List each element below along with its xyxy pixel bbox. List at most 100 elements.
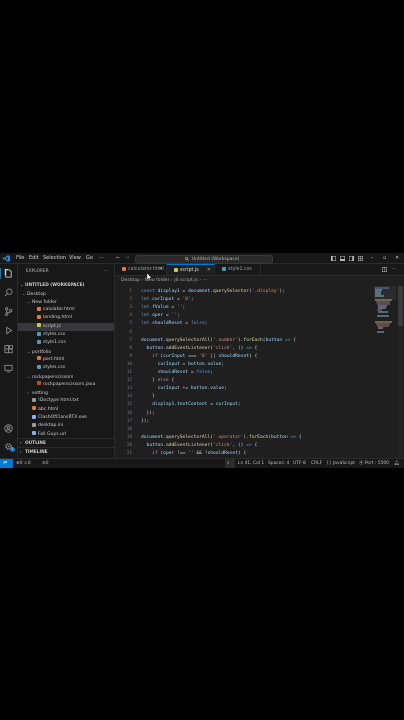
menu-file[interactable]: File	[16, 254, 24, 262]
toggle-panel-icon[interactable]	[340, 255, 345, 261]
file-item[interactable]: script.js	[18, 322, 114, 331]
breadcrumb[interactable]: Desktop › New folder › JS script.js › ··…	[121, 277, 207, 285]
forward-arrow-icon[interactable]: →	[125, 254, 129, 262]
file-item[interactable]: abc.html	[18, 406, 114, 414]
editor-more-icon[interactable]: ···	[390, 264, 404, 275]
zoom-indicator[interactable]: ⌕	[225, 459, 235, 468]
explorer-files-icon[interactable]	[4, 269, 13, 278]
menu-view[interactable]: View	[69, 254, 81, 262]
code-token: '.operator'	[212, 434, 244, 440]
file-item[interactable]: calulator.html	[18, 306, 114, 314]
code-line[interactable]: display1.textContent = curInput;	[141, 401, 241, 409]
code-line[interactable]: curInput = button.value;	[141, 361, 224, 369]
tab-calculator-html[interactable]: calculator.html ✕	[115, 264, 167, 275]
code-token: false	[190, 321, 205, 327]
code-line[interactable]: document.querySelectorAll('.number').for…	[141, 337, 296, 345]
code-line[interactable]: const display1 = document.querySelector(…	[141, 288, 285, 296]
remote-explorer-icon[interactable]	[4, 364, 13, 373]
file-item[interactable]: styles.css	[18, 364, 114, 372]
code-line[interactable]: }	[141, 393, 155, 401]
code-line[interactable]: } else {	[141, 377, 174, 385]
folder-item[interactable]: ⌄ New folder	[18, 298, 114, 306]
code-line[interactable]: });	[141, 418, 149, 426]
code-token: value	[210, 386, 225, 392]
search-icon[interactable]	[4, 288, 13, 297]
line-number: 16	[126, 410, 132, 416]
css-file-icon	[222, 266, 226, 271]
code-line[interactable]: button.addEventListener('click', () => {	[141, 442, 258, 450]
notifications-bell-icon[interactable]: 🔔︎	[394, 459, 400, 468]
menu-edit[interactable]: Edit	[29, 254, 39, 262]
code-line[interactable]: let shouldReset = false;	[141, 320, 207, 328]
file-item[interactable]: styles.css	[18, 331, 114, 339]
problems-indicator[interactable]: ⊗0 ⚠0	[16, 459, 31, 468]
code-line[interactable]: document.querySelectorAll('.operator').f…	[141, 434, 302, 442]
code-token: shouldReset	[218, 353, 249, 359]
folder-item[interactable]: ⌄ Desktop	[18, 290, 114, 298]
file-item[interactable]: landing.html	[18, 314, 114, 322]
menu-selection[interactable]: Selection	[43, 254, 66, 262]
explorer-more-icon[interactable]: ···	[104, 268, 114, 276]
code-line[interactable]: button.addEventListener('click', () => {	[141, 345, 258, 353]
maximize-icon[interactable]: ▫	[383, 254, 386, 262]
code-line[interactable]: });	[141, 410, 155, 418]
code-line[interactable]: shouldReset = false;	[141, 369, 213, 377]
code-line[interactable]: let curInput = '0';	[141, 296, 194, 304]
code-token: );	[279, 289, 285, 294]
source-control-icon[interactable]	[4, 307, 13, 316]
outline-section[interactable]: › OUTLINE	[18, 438, 114, 447]
account-icon[interactable]	[4, 424, 13, 433]
code-line[interactable]: if (oper !== '' && !shouldReset) {	[141, 450, 246, 458]
tab-label: script.js	[180, 268, 199, 273]
tree-item-label: setting	[32, 391, 48, 397]
close-tab-icon[interactable]: ✕	[207, 265, 211, 276]
file-item[interactable]: rockpaperscissors.java	[18, 381, 114, 389]
customize-layout-icon[interactable]	[358, 255, 363, 261]
folder-item[interactable]: ⌄ rockpaperscissors	[18, 373, 114, 381]
language-mode[interactable]: {} JavaScript	[326, 459, 355, 468]
code-editor[interactable]: 1 const display1 = document.querySelector…	[115, 286, 404, 458]
menu-go[interactable]: Go	[86, 254, 93, 262]
cursor-position[interactable]: Ln 41, Col 1	[238, 459, 264, 468]
command-center[interactable]: Untitled (Workspace)	[135, 254, 273, 264]
split-editor-icon[interactable]	[382, 267, 387, 272]
tree-item-label: rockpaperscissors	[32, 374, 74, 380]
workspace-header[interactable]: ⌄ UNTITLED (WORKSPACE)	[18, 281, 114, 289]
file-item[interactable]: desktop.ini	[18, 422, 114, 430]
encoding[interactable]: UTF-8	[293, 459, 306, 468]
line-ending[interactable]: CRLF	[311, 459, 322, 468]
tab-script-js[interactable]: script.js ✕	[167, 264, 215, 275]
live-server-port[interactable]: ⦿ Port : 5500	[359, 459, 389, 468]
close-tab-icon[interactable]: ✕	[159, 264, 163, 275]
minimize-icon[interactable]: –	[371, 254, 374, 262]
file-item[interactable]: !Doctype html.txt	[18, 397, 114, 405]
ports-indicator[interactable]: ⊘0	[42, 459, 48, 468]
line-number: 14	[126, 394, 132, 400]
back-arrow-icon[interactable]: ←	[116, 254, 120, 262]
scrollbar-thumb[interactable]	[398, 286, 403, 326]
folder-item[interactable]: › setting	[18, 389, 114, 397]
toggle-primary-sidebar-icon[interactable]	[331, 255, 336, 261]
code-line[interactable]: let oper = '';	[141, 312, 180, 320]
remote-indicator[interactable]: ⇌	[0, 459, 13, 468]
tab-style1-css[interactable]: style1.css	[215, 264, 261, 275]
folder-item[interactable]: ⌄ portfolio	[18, 348, 114, 356]
file-item[interactable]: style1.css	[18, 339, 114, 347]
timeline-section[interactable]: › TIMELINE	[18, 447, 114, 456]
toggle-secondary-sidebar-icon[interactable]	[349, 255, 354, 261]
editor-scrollbar[interactable]	[398, 286, 403, 458]
code-line[interactable]: let fValue = '';	[141, 304, 185, 312]
code-line[interactable]: if (curInput === '0' || shouldReset) {	[141, 353, 257, 361]
close-window-icon[interactable]: ✕	[395, 254, 399, 262]
remote-icon: ⇌	[3, 460, 8, 466]
menu-more[interactable]: ···	[99, 254, 104, 262]
txt-file-icon	[32, 397, 36, 402]
run-debug-icon[interactable]	[4, 326, 13, 335]
code-line[interactable]: curInput += button.value;	[141, 385, 227, 393]
file-item[interactable]: port.html	[18, 356, 114, 364]
file-item[interactable]: ClashOfClansRTX.exe	[18, 414, 114, 422]
extensions-icon[interactable]	[4, 345, 13, 354]
indentation[interactable]: Spaces: 4	[268, 459, 289, 468]
minimap[interactable]	[374, 286, 396, 346]
line-number: 7	[129, 337, 132, 343]
